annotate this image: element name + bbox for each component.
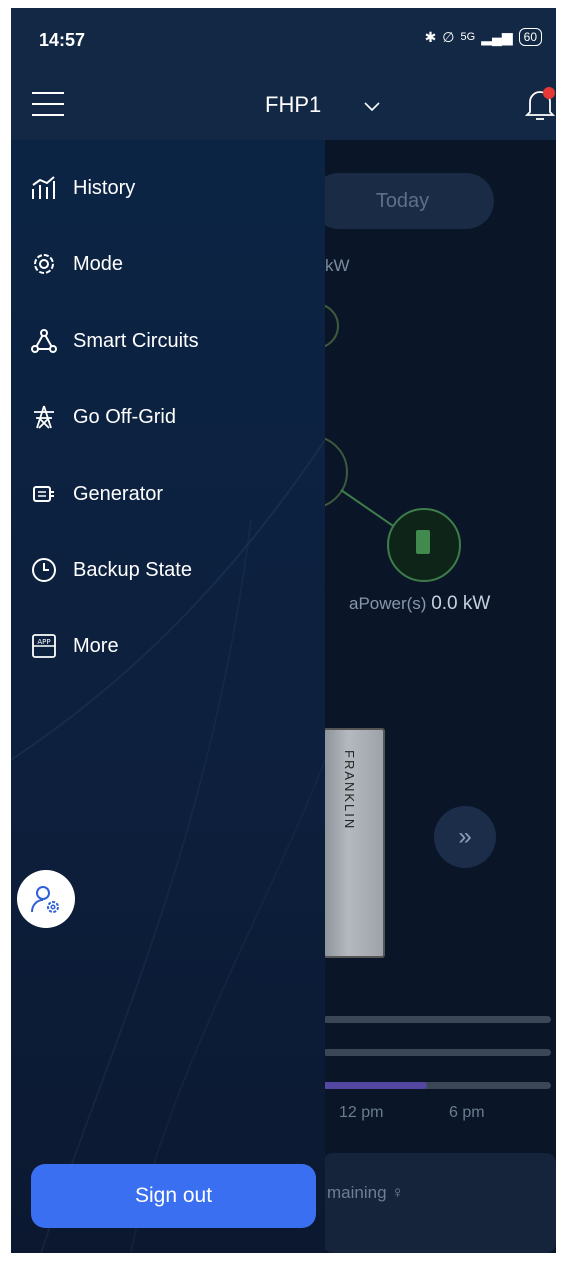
backup-remaining-card: [323, 1153, 556, 1253]
mute-icon: ∅: [442, 28, 455, 45]
status-icons: ✱ ∅ 5G ▂▄▆ 60: [425, 28, 542, 46]
drawer-item-label: More: [73, 634, 119, 657]
timeline-bar: [323, 1016, 551, 1023]
double-chevron-right-icon[interactable]: »: [434, 806, 496, 868]
device-brand: FRANKLIN: [342, 750, 357, 831]
drawer-item-mode[interactable]: Mode: [11, 236, 325, 292]
timeline-bar: [323, 1049, 551, 1056]
drawer-item-label: Smart Circuits: [73, 329, 199, 352]
apower-value: 0.0 kW: [431, 593, 491, 614]
drawer-item-backup-state[interactable]: Backup State: [11, 542, 325, 598]
generator-icon: [33, 486, 54, 502]
time-label-12pm: 12 pm: [339, 1104, 384, 1121]
phone-screen: 14:57 ✱ ∅ 5G ▂▄▆ 60 FHP1 Today kW aPower…: [11, 8, 556, 1253]
period-toggle-today[interactable]: Today: [311, 173, 494, 229]
chevron-down-icon[interactable]: [363, 98, 381, 116]
user-settings-icon[interactable]: [17, 870, 75, 928]
svg-text:APP: APP: [37, 638, 50, 646]
drawer-item-history[interactable]: History: [11, 160, 325, 216]
timeline-bar-active: [323, 1082, 427, 1089]
drawer-item-more[interactable]: APP More: [11, 618, 325, 674]
drawer-item-label: History: [73, 176, 136, 199]
drawer-item-label: Go Off-Grid: [73, 405, 176, 428]
time-label-6pm: 6 pm: [449, 1104, 485, 1121]
power-tower-icon: [34, 405, 54, 429]
apower-label: aPower(s): [349, 594, 427, 613]
smart-circuits-icon: [31, 329, 57, 353]
status-bar: 14:57 ✱ ∅ 5G ▂▄▆ 60: [11, 8, 556, 68]
drawer-item-go-off-grid[interactable]: Go Off-Grid: [11, 389, 325, 445]
top-bar: FHP1: [11, 68, 556, 140]
user-settings-glyph: [31, 886, 59, 913]
gear-icon: [34, 254, 54, 274]
apower-reading: aPower(s) 0.0 kW: [349, 593, 490, 615]
bluetooth-icon: ✱: [424, 28, 437, 45]
signal-icon: ▂▄▆: [481, 28, 513, 45]
navigation-drawer: History Mode Smart Circuits Go Off-Grid: [11, 140, 325, 1253]
site-name[interactable]: FHP1: [265, 92, 321, 118]
drawer-item-label: Generator: [73, 482, 164, 505]
history-chart-icon: [32, 176, 55, 199]
app-icon: APP: [32, 634, 56, 658]
power-unit-fragment: kW: [325, 256, 350, 275]
network-icon: 5G: [460, 31, 476, 43]
clock-icon: [32, 558, 56, 582]
battery-icon: 60: [518, 28, 542, 46]
bell-icon[interactable]: [525, 86, 555, 122]
drawer-item-smart-circuits[interactable]: Smart Circuits: [11, 313, 325, 369]
drawer-item-label: Mode: [73, 252, 124, 275]
notification-dot: [543, 87, 555, 99]
sign-out-button[interactable]: Sign out: [31, 1164, 316, 1228]
drawer-item-generator[interactable]: Generator: [11, 466, 325, 522]
drawer-decoration: [11, 439, 325, 1253]
hamburger-icon[interactable]: [31, 90, 65, 118]
drawer-item-label: Backup State: [73, 558, 192, 581]
status-time: 14:57: [39, 30, 86, 50]
remaining-fragment: maining ♀: [327, 1183, 405, 1202]
